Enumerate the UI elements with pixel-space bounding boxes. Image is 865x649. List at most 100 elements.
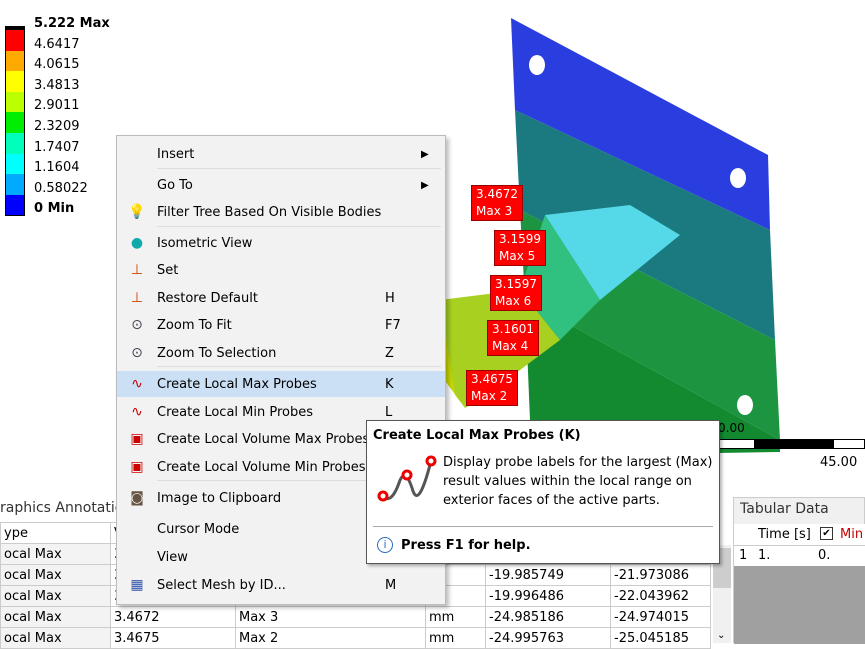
menu-item-label: Create Local Max Probes: [157, 376, 317, 392]
table-cell: -24.985186: [485, 606, 611, 628]
tabular-row: 1 1. 0.: [734, 546, 865, 566]
table-cell: -19.996486: [485, 585, 611, 607]
hole: [730, 168, 746, 188]
row-number: 1: [739, 548, 748, 563]
menu-item-go-to[interactable]: Go To ▶: [117, 172, 445, 198]
table-cell: -25.045185: [610, 627, 711, 649]
menu-item-create-local-max-probes[interactable]: ∿ Create Local Max Probes K: [117, 371, 445, 397]
table-cell: 3.4675: [110, 627, 236, 649]
hole: [737, 395, 753, 415]
menu-item-zoom-to-selection[interactable]: ⊙ Zoom To Selection Z: [117, 340, 445, 366]
menu-item-label: Cursor Mode: [157, 521, 240, 537]
tabular-data-panel: Tabular Data Time [s] ✔ Min 1 1. 0.: [733, 497, 865, 644]
menu-item-shortcut: Z: [385, 345, 394, 361]
menu-item-shortcut: L: [385, 404, 393, 420]
hole: [529, 55, 545, 75]
probe-label[interactable]: 3.4675 Max 2: [466, 370, 518, 406]
menu-item-label: Filter Tree Based On Visible Bodies: [157, 204, 382, 220]
probe-label[interactable]: 3.1601 Max 4: [487, 320, 539, 356]
probe-value: 3.1599: [499, 232, 541, 246]
probe-value: 3.4672: [476, 187, 518, 201]
table-row[interactable]: ocal Max 3.4675 Max 2 mm -24.995763 -25.04518…: [0, 627, 711, 649]
menu-item-label: Go To: [157, 177, 193, 193]
table-cell: mm: [425, 606, 486, 628]
tooltip-help: Press F1 for help.: [401, 538, 531, 553]
volume-min-icon: ▣: [130, 459, 144, 475]
menu-item-set[interactable]: ⊥ Set: [117, 257, 445, 283]
axes-icon: ⊥: [130, 290, 144, 306]
table-cell: -21.973086: [610, 564, 711, 586]
table-cell: -24.995763: [485, 627, 611, 649]
table-row[interactable]: ocal Max 3.4672 Max 3 mm -24.985186 -24.97401…: [0, 606, 711, 628]
menu-item-shortcut: K: [385, 376, 394, 392]
sphere-icon: ●: [130, 235, 144, 251]
table-cell: ocal Max: [0, 585, 111, 607]
tooltip-description: Display probe labels for the largest (Ma…: [443, 455, 713, 508]
min-probe-icon: ∿: [131, 404, 143, 420]
table-cell: ocal Max: [0, 606, 111, 628]
min-column-header: Min: [840, 527, 864, 542]
probe-name: Max 3: [476, 204, 513, 218]
probe-label[interactable]: 3.4672 Max 3: [471, 185, 523, 221]
probe-value: 3.1601: [492, 322, 534, 336]
menu-item-label: Set: [157, 262, 179, 278]
probe-name: Max 6: [495, 294, 532, 308]
table-cell: Max 3: [235, 606, 426, 628]
tabular-data-title: Tabular Data: [740, 501, 829, 517]
menu-item-label: Zoom To Fit: [157, 317, 232, 333]
menu-separator: [157, 168, 441, 169]
menu-item-filter-tree-based-on-visible-bodies[interactable]: 💡 Filter Tree Based On Visible Bodies: [117, 199, 445, 225]
probe-name: Max 4: [492, 339, 529, 353]
menu-item-label: Create Local Volume Max Probes: [157, 431, 370, 447]
menu-item-label: Insert: [157, 146, 195, 162]
axes-icon: ⊥: [130, 262, 144, 278]
menu-item-shortcut: H: [385, 290, 395, 306]
menu-item-shortcut: F7: [385, 317, 401, 333]
camera-icon: ◙: [130, 490, 144, 506]
menu-item-label: Restore Default: [157, 290, 258, 306]
max-probe-icon: [377, 455, 437, 502]
table-cell: -22.043962: [610, 585, 711, 607]
menu-item-insert[interactable]: Insert ▶: [117, 141, 445, 167]
tooltip: Create Local Max Probes (K) Display prob…: [366, 420, 720, 564]
column-header: ype: [0, 522, 111, 544]
probe-name: Max 2: [471, 389, 508, 403]
max-probe-icon: ∿: [131, 376, 143, 392]
bulb-icon: 💡: [128, 204, 146, 220]
volume-max-icon: ▣: [130, 431, 144, 447]
menu-item-shortcut: M: [385, 577, 397, 593]
info-icon: i: [377, 537, 393, 553]
menu-item-label: Select Mesh by ID...: [157, 577, 286, 593]
table-cell: ocal Max: [0, 627, 111, 649]
time-cell: 1.: [758, 548, 771, 563]
annotations-panel-title: raphics Annotatio: [0, 500, 124, 516]
menu-item-label: Isometric View: [157, 235, 253, 251]
menu-item-label: Create Local Volume Min Probes: [157, 459, 366, 475]
zoom-icon: ⊙: [131, 345, 143, 361]
probe-label[interactable]: 3.1597 Max 6: [490, 275, 542, 311]
probe-value: 3.4675: [471, 372, 513, 386]
probe-value: 3.1597: [495, 277, 537, 291]
table-cell: -19.985749: [485, 564, 611, 586]
mesh-icon: ▦: [130, 577, 144, 593]
time-column-header: Time [s]: [758, 527, 811, 542]
min-cell: 0.: [818, 548, 831, 563]
chevron-right-icon: ▶: [421, 148, 429, 160]
menu-item-restore-default[interactable]: ⊥ Restore Default H: [117, 285, 445, 311]
probe-label[interactable]: 3.1599 Max 5: [494, 230, 546, 266]
menu-item-zoom-to-fit[interactable]: ⊙ Zoom To Fit F7: [117, 312, 445, 338]
table-cell: mm: [425, 627, 486, 649]
table-cell: 3.4672: [110, 606, 236, 628]
zoom-icon: ⊙: [131, 317, 143, 333]
menu-item-select-mesh-by-id[interactable]: ▦ Select Mesh by ID... M: [117, 572, 445, 598]
tooltip-title: Create Local Max Probes (K): [373, 428, 581, 443]
menu-separator: [157, 366, 441, 367]
chevron-right-icon: ▶: [421, 179, 429, 191]
menu-item-label: View: [157, 549, 188, 565]
probe-name: Max 5: [499, 249, 536, 263]
menu-item-label: Zoom To Selection: [157, 345, 277, 361]
table-cell: -24.974015: [610, 606, 711, 628]
min-checkbox[interactable]: ✔: [820, 527, 833, 540]
menu-item-isometric-view[interactable]: ● Isometric View: [117, 230, 445, 256]
table-cell: Max 2: [235, 627, 426, 649]
